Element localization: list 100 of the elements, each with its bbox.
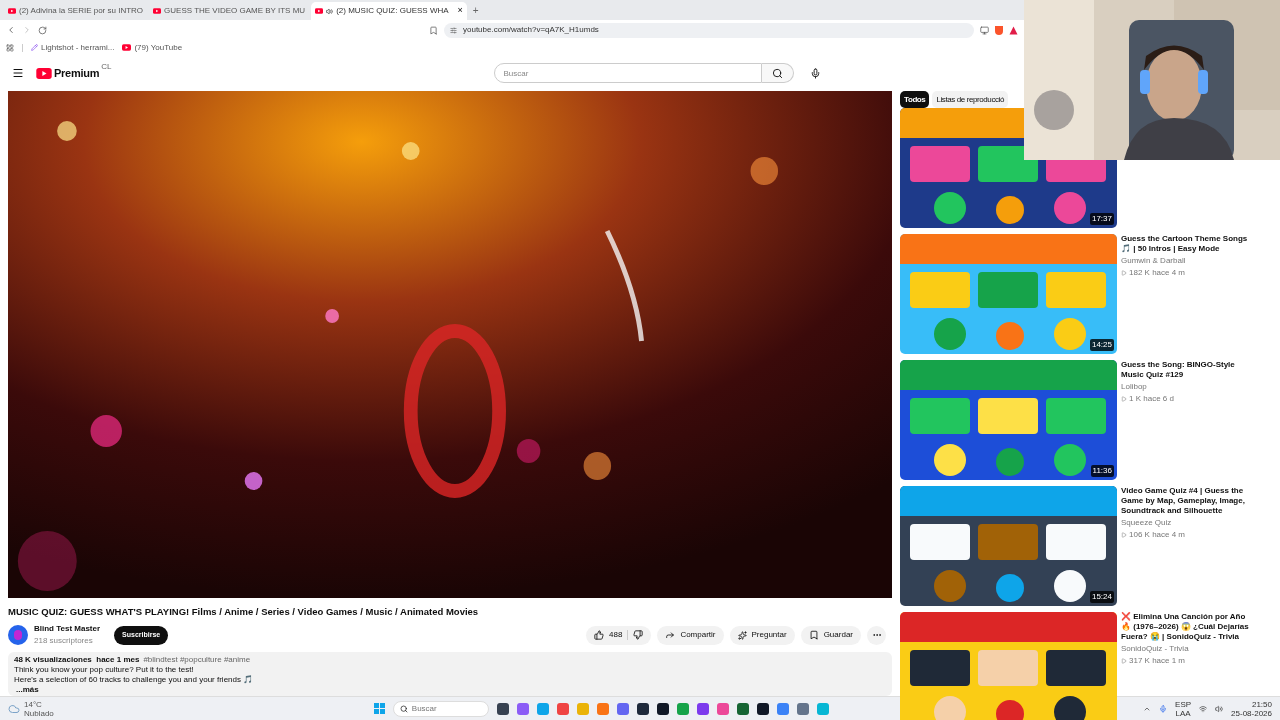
speaker-icon[interactable] — [1215, 704, 1224, 713]
bookmark-item[interactable]: (79) YouTube — [134, 41, 183, 54]
browser-tab[interactable]: (2) MUSIC QUIZ: GUESS WHA × — [311, 2, 467, 20]
search-icon — [772, 67, 784, 79]
app-tile-icon[interactable] — [556, 702, 569, 715]
view-stats: 106 K hace 4 m — [1129, 529, 1186, 541]
video-title: MUSIC QUIZ: GUESS WHAT'S PLAYING! Films / Anime / Series / Video Games / Music / Animated Movies — [8, 605, 480, 619]
language-label[interactable]: ESP — [1175, 699, 1192, 709]
temperature: 14°C — [24, 699, 43, 709]
like-count: 488 — [609, 629, 623, 642]
more-link[interactable]: ...más — [16, 685, 39, 696]
app-tile-icon[interactable] — [716, 702, 729, 715]
play-icon — [1121, 532, 1127, 538]
search-placeholder: Buscar — [411, 702, 437, 715]
app-tile-icon[interactable] — [816, 702, 829, 715]
app-tile-icon[interactable] — [576, 702, 589, 715]
bookmark-icon[interactable] — [429, 25, 438, 35]
url-text: youtube.com/watch?v=qA7K_H1umds — [463, 24, 599, 36]
duration-badge: 11:36 — [1090, 465, 1114, 477]
tab-title: (2) MUSIC QUIZ: GUESS WHA — [336, 5, 449, 17]
screen-icon[interactable] — [980, 25, 989, 35]
cloud-icon[interactable] — [8, 702, 20, 715]
bookmark-item[interactable]: Lightshot - herrami... — [41, 41, 115, 54]
description-line: Think you know your pop culture? Put it to the test! — [14, 665, 195, 676]
filter-chip[interactable]: Listas de reproducció — [932, 91, 1009, 108]
weather-label: Nublado — [24, 708, 54, 718]
action-button[interactable]: Guardar — [800, 625, 861, 645]
taskbar-search-field[interactable]: Buscar — [392, 700, 489, 717]
app-tile-icon[interactable] — [656, 702, 669, 715]
duration-badge: 15:24 — [1089, 591, 1114, 603]
back-icon[interactable] — [6, 25, 16, 35]
action-button[interactable]: Preguntar — [729, 625, 795, 645]
more-button[interactable] — [867, 625, 886, 645]
like-dislike-button[interactable]: 488 — [586, 625, 652, 645]
thumbs-up-icon[interactable] — [594, 630, 604, 641]
video-title[interactable]: Guess the Cartoon Theme Songs 🎵 | 50 Intros | Easy Mode — [1121, 234, 1249, 254]
shield-icon[interactable] — [995, 25, 1003, 35]
share-arrow-icon — [665, 630, 676, 641]
search-field[interactable]: Buscar — [494, 63, 763, 83]
browser-tab[interactable]: GUESS THE VIDEO GAME BY ITS MU — [149, 2, 310, 20]
sparkle-icon — [737, 630, 747, 640]
subscriber-count: 218 suscriptores — [34, 635, 94, 648]
app-tile-icon[interactable] — [736, 702, 749, 715]
logo-text[interactable]: Premium — [54, 64, 100, 82]
thumbs-down-icon[interactable] — [633, 630, 644, 641]
speaker-icon — [326, 7, 334, 15]
apps-icon[interactable] — [6, 43, 14, 52]
site-settings-icon — [450, 26, 457, 34]
description-line: Here's a selection of 60 tracks to challenge you and your friends 🎵 — [14, 675, 255, 686]
view-stats: 1 K hace 6 d — [1129, 393, 1174, 405]
app-tile-icon[interactable] — [696, 702, 709, 715]
view-stats: 48 K visualizaciones hace 1 mes — [14, 655, 140, 666]
play-icon — [1121, 396, 1127, 402]
duration-badge: 17:37 — [1089, 213, 1114, 225]
new-tab-button[interactable]: + — [472, 2, 479, 18]
action-button[interactable]: Compartir — [657, 625, 724, 645]
video-title[interactable]: Video Game Quiz #4 | Guess the Game by Map, Gameplay, Image, Soundtrack and Silhouette — [1121, 486, 1249, 516]
browser-tab[interactable]: (2) Adivina la SERIE por su INTRO — [4, 2, 148, 20]
channel-name: Gumwin & Darball — [1121, 255, 1187, 267]
app-tile-icon[interactable] — [516, 702, 529, 715]
app-tile-icon[interactable] — [596, 702, 609, 715]
youtube-favicon-icon — [153, 8, 162, 14]
channel-name[interactable]: Blind Test Master — [34, 623, 101, 636]
play-icon — [1121, 658, 1127, 664]
clock-time[interactable]: 21:50 — [1251, 699, 1272, 709]
app-tile-icon[interactable] — [796, 702, 809, 715]
video-title[interactable]: Guess the Song: BINGO-Style Music Quiz #129 — [1121, 360, 1249, 380]
channel-name: SonidoQuiz - Trivia — [1121, 643, 1190, 655]
channel-name: Lolibop — [1121, 381, 1148, 393]
app-tile-icon[interactable] — [616, 702, 629, 715]
app-tile-icon[interactable] — [756, 702, 769, 715]
duration-badge: 14:25 — [1089, 339, 1114, 351]
app-tile-icon[interactable] — [496, 702, 509, 715]
address-field[interactable]: youtube.com/watch?v=qA7K_H1umds — [444, 22, 974, 38]
region-label: CL — [101, 60, 112, 73]
search-button[interactable] — [762, 63, 795, 83]
hashtags: #blindtest #popculture #anime — [143, 655, 251, 666]
app-tile-icon[interactable] — [776, 702, 789, 715]
play-icon — [1121, 270, 1127, 276]
app-tile-icon[interactable] — [676, 702, 689, 715]
search-icon — [399, 704, 408, 713]
app-tile-icon[interactable] — [636, 702, 649, 715]
youtube-favicon-icon — [8, 8, 16, 14]
app-tile-icon[interactable] — [536, 702, 549, 715]
youtube-logo-icon — [36, 67, 52, 79]
layout-label[interactable]: LAA — [1175, 708, 1191, 718]
view-stats: 182 K hace 4 m — [1129, 267, 1186, 279]
video-title[interactable]: ❌ Elimina Una Canción por Año 🔥 (1976–2026) 😱 ¿Cuál Dejarías Fuera? 😭 | SonidoQuiz - Trivia — [1121, 612, 1249, 642]
filter-chip[interactable]: Todos — [900, 91, 930, 108]
menu-icon[interactable] — [12, 67, 24, 79]
channel-avatar[interactable] — [8, 625, 28, 646]
windows-icon[interactable] — [373, 703, 385, 714]
clock-date[interactable]: 25-08-2026 — [1231, 708, 1272, 718]
reload-icon[interactable] — [38, 25, 47, 35]
tab-close-button[interactable]: × — [457, 4, 463, 18]
pencil-icon — [31, 44, 38, 51]
youtube-favicon-icon — [122, 44, 132, 51]
warning-icon[interactable] — [1009, 25, 1018, 35]
network-icon[interactable] — [1199, 704, 1208, 713]
microphone-icon[interactable] — [810, 67, 822, 79]
